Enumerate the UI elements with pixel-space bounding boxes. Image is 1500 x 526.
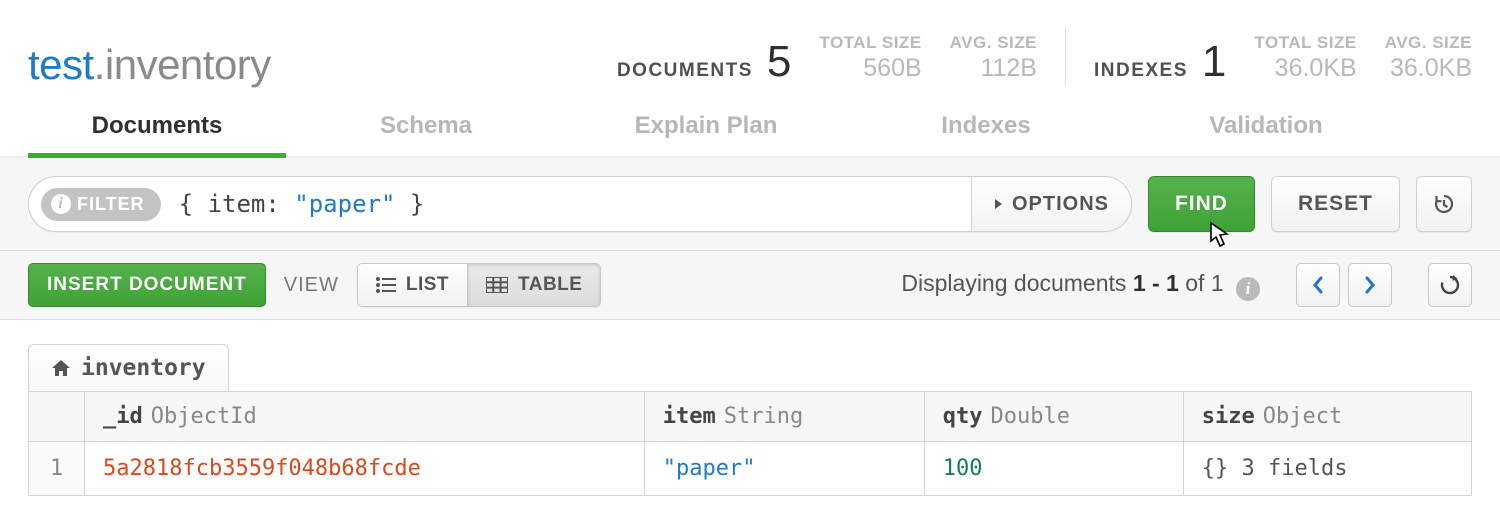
list-icon [376, 277, 396, 293]
refresh-icon [1439, 274, 1461, 296]
row-number-header [29, 392, 85, 442]
stats-divider [1065, 28, 1066, 86]
indexes-label: INDEXES [1094, 60, 1188, 82]
indexes-stat: INDEXES 1 [1094, 42, 1226, 82]
history-button[interactable] [1416, 176, 1472, 232]
collection-name: inventory [105, 41, 271, 88]
column-header-item[interactable]: itemString [644, 392, 924, 442]
column-header-size[interactable]: sizeObject [1183, 392, 1471, 442]
breadcrumb[interactable]: inventory [28, 344, 229, 391]
displaying-text: Displaying documents 1 - 1 of 1 i [901, 270, 1260, 301]
view-list-button[interactable]: LIST [357, 263, 467, 307]
filter-input-container: i FILTER { item: "paper" } OPTIONS [28, 176, 1132, 232]
indexes-total-size: TOTAL SIZE 36.0KB [1254, 33, 1356, 83]
tab-schema[interactable]: Schema [286, 112, 566, 156]
tab-documents[interactable]: Documents [28, 112, 286, 156]
cursor-icon [1204, 221, 1234, 255]
chevron-right-icon [1364, 276, 1376, 294]
options-button[interactable]: OPTIONS [971, 177, 1131, 231]
column-header-id[interactable]: _idObjectId [85, 392, 645, 442]
view-table-button[interactable]: TABLE [467, 263, 601, 307]
tab-validation[interactable]: Validation [1126, 112, 1406, 156]
indexes-avg-size: AVG. SIZE 36.0KB [1385, 33, 1472, 83]
pager [1296, 263, 1392, 307]
cell-id[interactable]: 5a2818fcb3559f048b68fcde [85, 442, 645, 496]
row-number: 1 [29, 442, 85, 496]
tab-bar: Documents Schema Explain Plan Indexes Va… [0, 112, 1500, 158]
next-page-button[interactable] [1348, 263, 1392, 307]
filter-query-input[interactable]: { item: "paper" } [161, 190, 971, 218]
cell-size[interactable]: {} 3 fields [1183, 442, 1471, 496]
documents-count: 5 [767, 42, 791, 82]
table-icon [486, 277, 508, 293]
view-label: VIEW [284, 274, 339, 297]
history-icon [1432, 192, 1456, 216]
refresh-button[interactable] [1428, 263, 1472, 307]
documents-stat: DOCUMENTS 5 [617, 42, 791, 82]
info-icon: i [51, 194, 71, 214]
documents-label: DOCUMENTS [617, 60, 753, 82]
database-name: test [28, 41, 94, 88]
namespace-dot: . [94, 41, 105, 88]
insert-document-button[interactable]: INSERT DOCUMENT [28, 263, 266, 307]
home-icon [51, 359, 71, 377]
cell-item[interactable]: "paper" [644, 442, 924, 496]
reset-button[interactable]: RESET [1271, 176, 1400, 232]
filter-badge-label: FILTER [77, 194, 145, 215]
view-toggle: LIST TABLE [357, 263, 602, 307]
results-table: _idObjectId itemString qtyDouble sizeObj… [28, 391, 1472, 496]
chevron-left-icon [1312, 276, 1324, 294]
tab-indexes[interactable]: Indexes [846, 112, 1126, 156]
indexes-count: 1 [1202, 42, 1226, 82]
table-row[interactable]: 1 5a2818fcb3559f048b68fcde "paper" 100 {… [29, 442, 1472, 496]
filter-badge: i FILTER [41, 188, 161, 221]
cell-qty[interactable]: 100 [924, 442, 1183, 496]
namespace-title: test.inventory [28, 44, 271, 86]
prev-page-button[interactable] [1296, 263, 1340, 307]
tab-explain-plan[interactable]: Explain Plan [566, 112, 846, 156]
documents-total-size: TOTAL SIZE 560B [819, 33, 921, 83]
info-icon[interactable]: i [1236, 277, 1260, 301]
find-button[interactable]: FIND [1148, 176, 1255, 232]
column-header-qty[interactable]: qtyDouble [924, 392, 1183, 442]
caret-right-icon [994, 198, 1004, 210]
documents-avg-size: AVG. SIZE 112B [950, 33, 1037, 83]
